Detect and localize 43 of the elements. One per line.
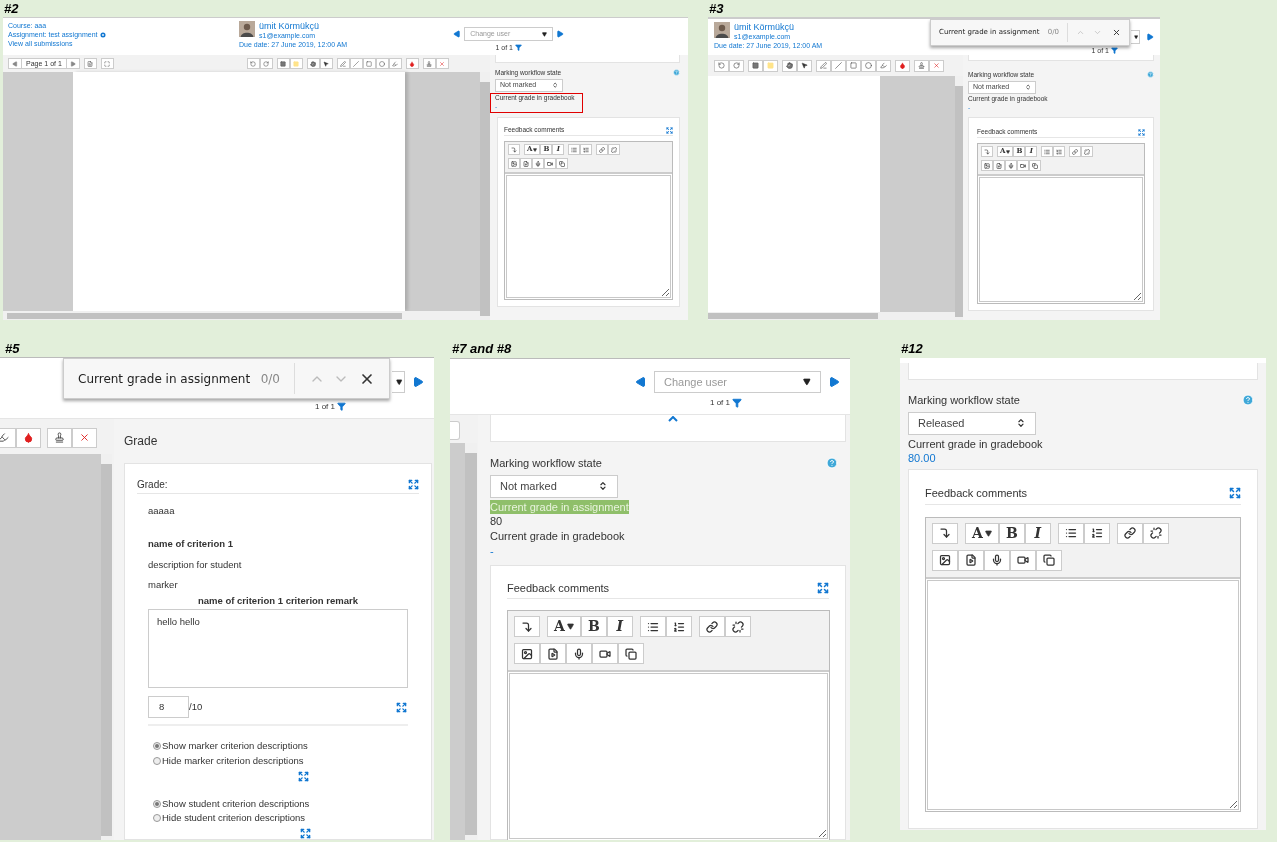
italic-button[interactable]: I xyxy=(1024,522,1051,544)
user-count: 1 of 1 xyxy=(710,399,730,407)
radio-label: Show student criterion descriptions xyxy=(162,796,310,811)
select-field[interactable]: Not marked xyxy=(490,474,618,498)
score-max: /10 xyxy=(189,700,204,715)
radio-label: Hide student criterion descriptions xyxy=(162,811,306,825)
section-title: Feedback comments xyxy=(507,580,610,596)
italic-button[interactable]: I xyxy=(606,616,633,638)
screenshot-label: #3 xyxy=(709,1,724,16)
screenshot-label: #2 xyxy=(4,1,19,16)
radio-label: Show marker criterion descriptions xyxy=(162,739,308,754)
find-field[interactable]: Current grade in assignment xyxy=(78,369,261,388)
screenshot-label: #5 xyxy=(5,341,20,356)
grade-link[interactable]: 80.00 xyxy=(908,451,936,467)
criterion-name: name of criterion 1 xyxy=(148,537,234,552)
grade-text: Current grade in gradebook xyxy=(908,436,1043,452)
section-heading: Grade xyxy=(124,433,159,450)
screenshot-label: #12 xyxy=(901,341,923,356)
rubric-description: aaaaa xyxy=(148,504,176,518)
grade-text: 80 xyxy=(490,514,503,530)
bold-button[interactable]: B xyxy=(580,616,607,638)
user-name[interactable]: ümit Körmükçü xyxy=(734,22,823,34)
user-name[interactable]: ümit Körmükçü xyxy=(259,21,348,33)
font-style-button[interactable]: A xyxy=(965,522,999,544)
score-field[interactable]: 8 xyxy=(148,696,189,719)
user-count: 1 of 1 xyxy=(315,402,335,411)
grade-link[interactable]: - xyxy=(490,544,494,559)
grade-text: Current grade in gradebook xyxy=(490,529,625,545)
font-style-button[interactable]: A xyxy=(547,616,581,638)
radio-label: Hide marker criterion descriptions xyxy=(162,753,304,768)
screenshot-label: #7 and #8 xyxy=(452,341,512,356)
remark-field[interactable]: hello hello xyxy=(148,609,408,689)
section-title: Feedback comments xyxy=(925,486,1028,502)
criterion-description: description for student xyxy=(148,557,243,572)
bold-button[interactable]: B xyxy=(998,522,1025,544)
match-count: 0/0 xyxy=(260,370,280,388)
criterion-description: marker xyxy=(148,577,179,592)
field-label: Marking workflow state xyxy=(490,456,602,471)
field-label: Grade: xyxy=(137,478,168,492)
select-field[interactable]: Released xyxy=(908,411,1036,435)
grade-text: Current grade in assignment xyxy=(490,499,629,515)
field-label: Marking workflow state xyxy=(908,393,1020,408)
remark-title: name of criterion 1 criterion remark xyxy=(197,594,359,608)
